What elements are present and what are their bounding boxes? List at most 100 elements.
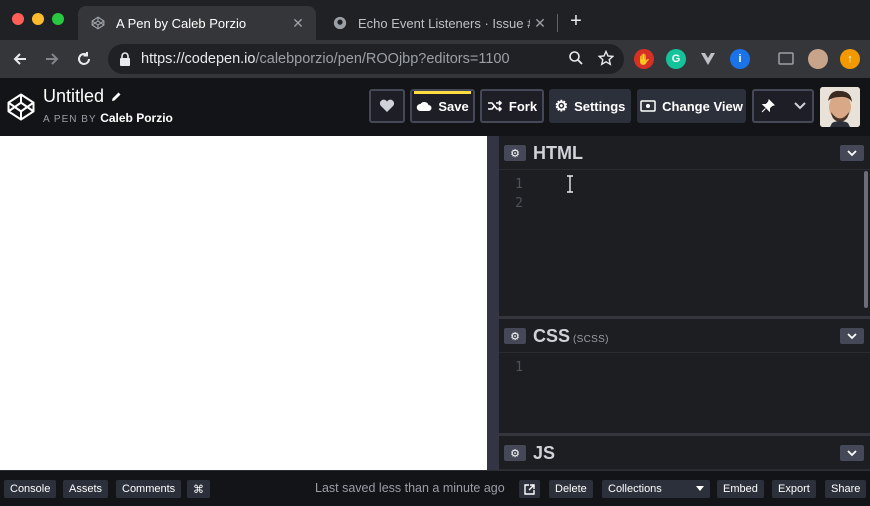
pin-icon xyxy=(761,99,775,113)
grammarly-icon[interactable]: G xyxy=(666,49,686,69)
html-code-area[interactable]: 1 2 xyxy=(499,171,870,316)
settings-button[interactable]: ⚙ Settings xyxy=(549,89,631,123)
html-editor-title: HTML xyxy=(533,143,583,163)
cloud-icon xyxy=(417,101,432,111)
pen-title[interactable]: Untitled xyxy=(43,86,122,107)
github-favicon-icon xyxy=(332,15,348,31)
css-editor-header: ⚙ CSS (SCSS) xyxy=(499,319,870,353)
line-number: 1 xyxy=(515,360,523,375)
css-preprocessor-label: (SCSS) xyxy=(573,334,609,345)
css-settings-gear-icon[interactable]: ⚙ xyxy=(504,328,526,344)
gear-icon: ⚙ xyxy=(554,98,569,115)
save-label: Save xyxy=(438,98,469,114)
share-button[interactable]: Share xyxy=(825,480,867,498)
change-view-label: Change View xyxy=(662,98,743,114)
collections-dropdown[interactable]: Collections xyxy=(602,480,710,498)
codepen-header: Untitled A PEN BY Caleb Porzio Save Fork… xyxy=(0,78,870,136)
reload-icon[interactable] xyxy=(72,47,96,71)
pen-byline: A PEN BY Caleb Porzio xyxy=(43,111,173,125)
pin-menu-button[interactable] xyxy=(752,89,814,123)
css-collapse-button[interactable] xyxy=(840,328,864,344)
chevron-down-icon xyxy=(847,332,857,339)
browser-tab-strip: A Pen by Caleb Porzio ✕ Echo Event Liste… xyxy=(0,0,870,40)
collections-label: Collections xyxy=(608,483,662,495)
result-preview[interactable] xyxy=(0,136,487,470)
chevron-down-icon xyxy=(847,449,857,456)
fork-button[interactable]: Fork xyxy=(480,89,544,123)
author-link[interactable]: Caleb Porzio xyxy=(100,111,173,125)
edit-pencil-icon[interactable] xyxy=(110,91,122,103)
close-window-button[interactable] xyxy=(12,13,24,25)
html-collapse-button[interactable] xyxy=(840,145,864,161)
fork-icon xyxy=(487,100,503,112)
codepen-logo-icon[interactable] xyxy=(6,92,36,122)
profile-avatar-icon[interactable] xyxy=(808,49,828,69)
tab-title: Echo Event Listeners · Issue #1 xyxy=(358,15,530,31)
tab-title: A Pen by Caleb Porzio xyxy=(116,15,247,31)
js-editor-header: ⚙ JS xyxy=(499,436,870,470)
ghostery-icon[interactable]: ✋ xyxy=(634,49,654,69)
browser-tab-active[interactable]: A Pen by Caleb Porzio ✕ xyxy=(78,6,316,40)
chevron-down-icon xyxy=(793,102,806,110)
html-editor-header: ⚙ HTML xyxy=(499,136,870,170)
js-settings-gear-icon[interactable]: ⚙ xyxy=(504,445,526,461)
chevron-down-icon xyxy=(847,149,857,156)
html-settings-gear-icon[interactable]: ⚙ xyxy=(504,145,526,161)
bookmark-star-icon[interactable] xyxy=(598,50,614,66)
caret-down-icon xyxy=(696,486,704,491)
export-button[interactable]: Export xyxy=(772,480,816,498)
one-password-icon[interactable]: i xyxy=(730,49,750,69)
browser-tab-inactive[interactable]: Echo Event Listeners · Issue #1 ✕ xyxy=(320,6,558,40)
back-arrow-icon[interactable] xyxy=(8,47,32,71)
vue-devtools-icon[interactable] xyxy=(698,49,718,69)
preview-resize-handle[interactable] xyxy=(487,136,499,470)
cast-icon[interactable] xyxy=(776,49,796,69)
like-button[interactable] xyxy=(369,89,405,123)
new-tab-button[interactable]: + xyxy=(566,10,586,33)
comments-button[interactable]: Comments xyxy=(116,480,182,498)
delete-button[interactable]: Delete xyxy=(549,480,593,498)
url-host: https://codepen.io xyxy=(141,51,256,67)
html-scrollbar[interactable] xyxy=(864,171,868,308)
line-number: 2 xyxy=(515,196,523,211)
user-avatar[interactable] xyxy=(820,87,860,127)
fork-label: Fork xyxy=(508,98,538,114)
save-indicator xyxy=(414,91,471,94)
maximize-window-button[interactable] xyxy=(52,13,64,25)
css-editor-name: CSS xyxy=(533,326,571,346)
byline-prefix: A PEN BY xyxy=(43,114,97,125)
close-tab-icon[interactable]: ✕ xyxy=(288,15,308,32)
js-collapse-button[interactable] xyxy=(840,445,864,461)
codepen-favicon-icon xyxy=(90,15,106,31)
settings-label: Settings xyxy=(574,98,626,114)
url-path: /calebporzio/pen/ROOjbp?editors=1100 xyxy=(255,51,510,67)
save-status: Last saved less than a minute ago xyxy=(315,481,505,495)
open-external-button[interactable] xyxy=(519,480,540,498)
assets-button[interactable]: Assets xyxy=(63,480,109,498)
forward-arrow-icon[interactable] xyxy=(40,47,64,71)
pen-title-text: Untitled xyxy=(43,86,105,106)
css-code-area[interactable]: 1 xyxy=(499,354,870,433)
console-button[interactable]: Console xyxy=(4,480,57,498)
browser-toolbar: https://codepen.io/calebporzio/pen/ROOjb… xyxy=(0,40,870,78)
js-editor-title: JS xyxy=(533,443,556,463)
heart-icon xyxy=(379,99,395,112)
css-editor-title: CSS (SCSS) xyxy=(533,326,609,347)
text-cursor-icon xyxy=(567,175,573,193)
external-link-icon xyxy=(524,483,535,495)
close-tab-icon[interactable]: ✕ xyxy=(530,15,550,32)
editor-column: ⚙ HTML 1 2 ⚙ CSS (SCSS) 1 ⚙ JS xyxy=(499,136,870,470)
layout-icon xyxy=(640,100,656,112)
keyboard-shortcuts-button[interactable]: ⌘ xyxy=(187,480,210,498)
line-number: 1 xyxy=(515,177,523,192)
zoom-icon[interactable] xyxy=(568,50,584,66)
tab-separator xyxy=(557,14,558,32)
embed-button[interactable]: Embed xyxy=(717,480,764,498)
codepen-footer: Console Assets Comments ⌘ Last saved les… xyxy=(0,470,870,506)
update-icon[interactable]: ↑ xyxy=(840,49,860,69)
minimize-window-button[interactable] xyxy=(32,13,44,25)
lock-icon xyxy=(120,52,130,66)
address-bar[interactable]: https://codepen.io/calebporzio/pen/ROOjb… xyxy=(108,44,624,74)
save-button[interactable]: Save xyxy=(410,89,475,123)
change-view-button[interactable]: Change View xyxy=(637,89,746,123)
